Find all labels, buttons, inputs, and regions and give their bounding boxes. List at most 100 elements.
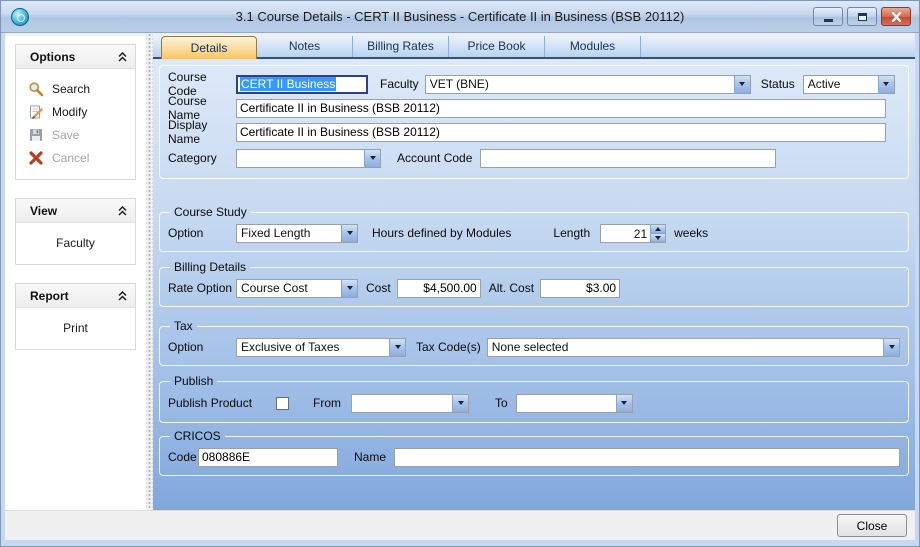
close-icon [891,12,902,22]
course-code-input[interactable]: CERT II Business [236,75,368,94]
cricos-name-input[interactable] [394,448,900,467]
report-group-header[interactable]: Report [16,284,135,308]
status-dropdown[interactable]: Active [803,75,895,94]
footer-bar: Close [5,510,915,540]
dropdown-button[interactable] [341,225,357,242]
study-option-value: Fixed Length [237,226,341,240]
maximize-icon [858,13,867,21]
dropdown-button[interactable] [452,395,468,412]
dropdown-button[interactable] [341,280,357,297]
close-window-button[interactable] [881,7,911,26]
cricos-group: CRICOS Code 080886E Name [159,429,909,476]
study-option-label: Option [168,226,236,240]
publish-to-dropdown[interactable] [516,394,633,413]
category-label: Category [168,151,236,165]
billing-details-group: Billing Details Rate Option Course Cost … [159,260,909,307]
cricos-title: CRICOS [170,429,225,443]
app-icon [11,8,29,26]
tax-group: Tax Option Exclusive of Taxes Tax Code(s… [159,319,909,366]
category-dropdown[interactable] [236,149,381,168]
study-option-dropdown[interactable]: Fixed Length [236,224,358,243]
publish-to-label: To [495,396,508,410]
dropdown-button[interactable] [616,395,632,412]
sidebar-item-label: Faculty [56,236,95,250]
publish-from-dropdown[interactable] [351,394,469,413]
rate-option-dropdown[interactable]: Course Cost [236,279,358,298]
collapse-chevron-icon[interactable] [118,206,127,216]
chevron-down-icon [621,401,627,405]
course-identity-box: Course Code CERT II Business Faculty VET… [159,65,909,179]
tab-label: Billing Rates [367,39,434,53]
publish-title: Publish [170,374,217,388]
dropdown-button[interactable] [364,150,380,167]
alt-cost-value: $3.00 [586,281,616,295]
sidebar-item-save[interactable]: Save [16,123,135,146]
cricos-code-label: Code [168,450,198,464]
sidebar-item-label: Modify [52,105,87,119]
maximize-button[interactable] [847,7,877,26]
options-group-header[interactable]: Options [16,45,135,69]
tax-option-dropdown[interactable]: Exclusive of Taxes [236,338,406,357]
display-name-input[interactable]: Certificate II in Business (BSB 20112) [236,123,886,142]
arrow-down-icon [655,236,661,240]
chevron-down-icon [889,345,895,349]
cost-label: Cost [366,281,391,295]
tab-price-book[interactable]: Price Book [449,36,545,57]
course-name-input[interactable]: Certificate II in Business (BSB 20112) [236,99,886,118]
publish-group: Publish Publish Product From To [159,374,909,423]
display-name-value: Certificate II in Business (BSB 20112) [240,125,440,139]
cricos-name-label: Name [354,450,386,464]
rate-option-value: Course Cost [237,281,341,295]
tax-codes-dropdown[interactable]: None selected [487,338,900,357]
arrow-up-icon [655,227,661,231]
spin-down-button[interactable] [651,233,665,242]
edit-pencil-icon [28,104,44,120]
cost-input[interactable]: $4,500.00 [397,279,481,298]
length-spinner[interactable]: 21 [600,224,666,243]
collapse-chevron-icon[interactable] [118,291,127,301]
chevron-down-icon [347,286,353,290]
sidebar-item-search[interactable]: Search [16,77,135,100]
close-button[interactable]: Close [837,514,907,537]
tab-strip: Details Notes Billing Rates Price Book M… [153,36,915,59]
tab-notes[interactable]: Notes [257,36,353,57]
sidebar-item-label: Cancel [52,151,89,165]
floppy-disk-icon [28,127,44,143]
faculty-dropdown[interactable]: VET (BNE) [425,75,751,94]
chevron-down-icon [883,82,889,86]
sidebar-splitter[interactable] [146,33,153,510]
window-title: 3.1 Course Details - CERT II Business - … [1,9,919,24]
tab-details[interactable]: Details [161,36,257,59]
tab-billing-rates[interactable]: Billing Rates [353,36,449,57]
sidebar-item-faculty[interactable]: Faculty [16,231,135,254]
length-label: Length [553,226,590,240]
sidebar-item-modify[interactable]: Modify [16,100,135,123]
dropdown-button[interactable] [389,339,405,356]
publish-product-checkbox[interactable] [276,397,289,410]
tax-codes-value: None selected [488,340,883,354]
course-study-title: Course Study [170,205,251,219]
sidebar: Options Search [5,36,146,510]
alt-cost-input[interactable]: $3.00 [540,279,620,298]
minimize-button[interactable] [813,7,843,26]
dropdown-button[interactable] [883,339,899,356]
spin-up-button[interactable] [651,225,665,233]
faculty-value: VET (BNE) [426,77,734,91]
sidebar-item-print[interactable]: Print [16,316,135,339]
dropdown-button[interactable] [878,76,894,93]
titlebar[interactable]: 3.1 Course Details - CERT II Business - … [1,1,919,33]
view-group-header[interactable]: View [16,199,135,223]
collapse-chevron-icon[interactable] [118,52,127,62]
details-tab-content: Course Code CERT II Business Faculty VET… [153,59,915,510]
cricos-code-input[interactable]: 080886E [198,448,338,467]
dropdown-button[interactable] [734,76,750,93]
sidebar-item-cancel[interactable]: Cancel [16,146,135,169]
report-group-title: Report [30,289,69,303]
chevron-down-icon [347,231,353,235]
magnifier-icon [28,81,44,97]
main-panel: Details Notes Billing Rates Price Book M… [153,36,915,510]
cost-value: $4,500.00 [423,281,476,295]
account-code-input[interactable] [480,149,776,168]
tab-modules[interactable]: Modules [545,36,641,57]
chevron-down-icon [370,156,376,160]
